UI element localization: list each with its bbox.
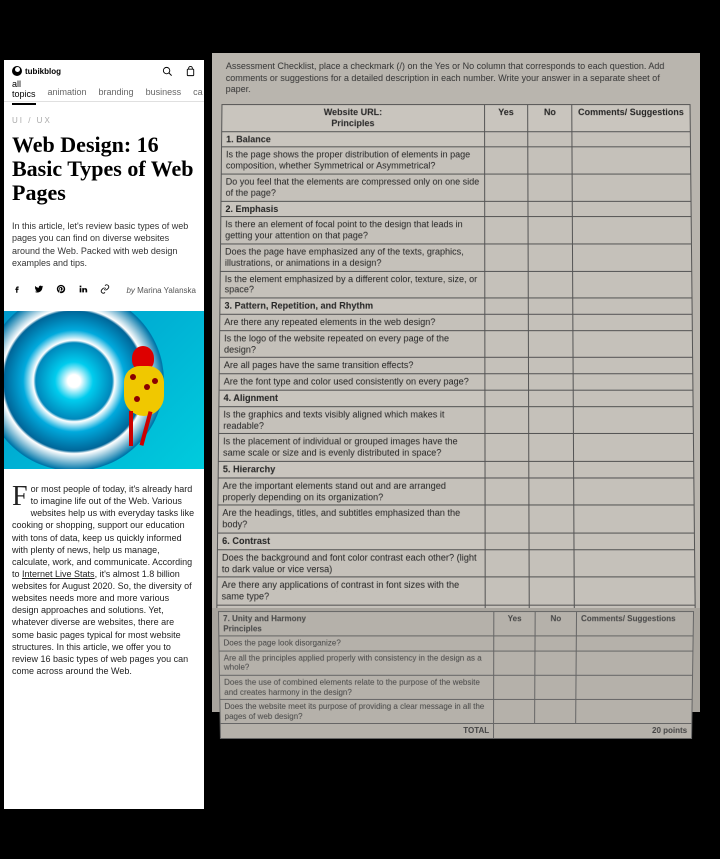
yes-header-2: Yes <box>494 612 535 637</box>
author-byline: by Marina Yalanska <box>126 286 196 295</box>
article-body: For most people of today, it's already h… <box>4 469 204 691</box>
pinterest-icon[interactable] <box>56 284 66 297</box>
tab-business[interactable]: business <box>146 87 182 97</box>
logo-icon <box>12 66 22 76</box>
section-hierarchy: 5. Hierarchy <box>218 461 484 477</box>
logo-text: tubikblog <box>25 67 61 76</box>
comments-header: Comments/ Suggestions <box>572 105 690 132</box>
yes-header: Yes <box>484 105 528 132</box>
section-emphasis: 2. Emphasis <box>221 201 484 217</box>
tab-all-topics[interactable]: all topics <box>12 79 36 105</box>
q-unity-3: Does the use of combined elements relate… <box>219 675 493 699</box>
q-pattern-3: Are all pages have the same transition e… <box>219 358 484 374</box>
section-contrast: 6. Contrast <box>217 533 484 549</box>
no-header: No <box>528 105 572 132</box>
linkedin-icon[interactable] <box>78 284 88 297</box>
search-icon[interactable] <box>162 66 173 77</box>
tab-more[interactable]: ca <box>193 87 203 97</box>
category-tabs: all topics animation branding business c… <box>4 82 204 102</box>
q-emphasis-2: Does the page have emphasized any of the… <box>220 244 484 271</box>
facebook-icon[interactable] <box>12 284 22 297</box>
no-header-2: No <box>535 612 576 637</box>
site-logo[interactable]: tubikblog <box>12 66 61 76</box>
tab-branding[interactable]: branding <box>99 87 134 97</box>
q-unity-1: Does the page look disorganize? <box>219 636 494 651</box>
section-pattern: 3. Pattern, Repetition, and Rhythm <box>220 298 484 314</box>
checklist-table: Website URL:Principles Yes No Comments/ … <box>216 104 696 633</box>
q-alignment-2: Is the placement of individual or groupe… <box>218 434 484 462</box>
instructions: Assessment Checklist, place a checkmark … <box>221 59 690 104</box>
header-icons <box>162 66 196 77</box>
q-hierarchy-2: Are the headings, titles, and subtitles … <box>218 505 485 533</box>
stats-link[interactable]: Internet Live Stats <box>22 569 95 579</box>
drop-cap: F <box>12 483 31 509</box>
q-pattern-4: Are the font type and color used consist… <box>219 374 484 390</box>
q-emphasis-3: Is the element emphasized by a different… <box>220 271 484 298</box>
section-alignment: 4. Alignment <box>219 390 485 406</box>
article-subtitle: In this article, let's review basic type… <box>4 206 204 270</box>
article-title: Web Design: 16 Basic Types of Web Pages <box>4 125 204 206</box>
q-contrast-2: Are there any applications of contrast i… <box>217 577 485 605</box>
q-emphasis-1: Is there an element of focal point to th… <box>221 217 485 244</box>
assessment-worksheet: Assessment Checklist, place a checkmark … <box>212 53 700 608</box>
comments-header-2: Comments/ Suggestions <box>576 612 693 637</box>
bag-icon[interactable] <box>185 66 196 77</box>
url-label: Website URL: <box>324 107 383 117</box>
article-category: UI / UX <box>4 102 204 125</box>
principles-header: Principles <box>226 118 479 129</box>
blog-article: tubikblog all topics animation branding … <box>4 60 204 809</box>
q-hierarchy-1: Are the important elements stand out and… <box>218 478 485 506</box>
section-balance: 1. Balance <box>222 131 485 147</box>
q-pattern-1: Are there any repeated elements in the w… <box>220 314 485 330</box>
q-unity-2: Are all the principles applied properly … <box>219 651 494 675</box>
q-unity-4: Does the website meet its purpose of pro… <box>220 700 494 724</box>
q-pattern-2: Is the logo of the website repeated on e… <box>219 330 484 357</box>
q-alignment-1: Is the graphics and texts visibly aligne… <box>219 406 485 433</box>
hero-image <box>4 311 204 469</box>
twitter-icon[interactable] <box>34 284 44 297</box>
link-icon[interactable] <box>100 284 110 297</box>
q-balance-2: Do you feel that the elements are compre… <box>221 174 484 201</box>
social-share: by Marina Yalanska <box>4 270 204 311</box>
points: 20 points <box>494 724 692 739</box>
q-balance-1: Is the page shows the proper distributio… <box>221 147 484 174</box>
tab-animation[interactable]: animation <box>48 87 87 97</box>
q-contrast-1: Does the background and font color contr… <box>217 550 485 578</box>
total-row: TOTAL <box>220 724 494 739</box>
checklist-table-2: 7. Unity and HarmonyPrinciples Yes No Co… <box>218 611 694 739</box>
assessment-worksheet-2: 7. Unity and HarmonyPrinciples Yes No Co… <box>212 608 700 712</box>
section-unity: 7. Unity and Harmony <box>223 614 306 623</box>
